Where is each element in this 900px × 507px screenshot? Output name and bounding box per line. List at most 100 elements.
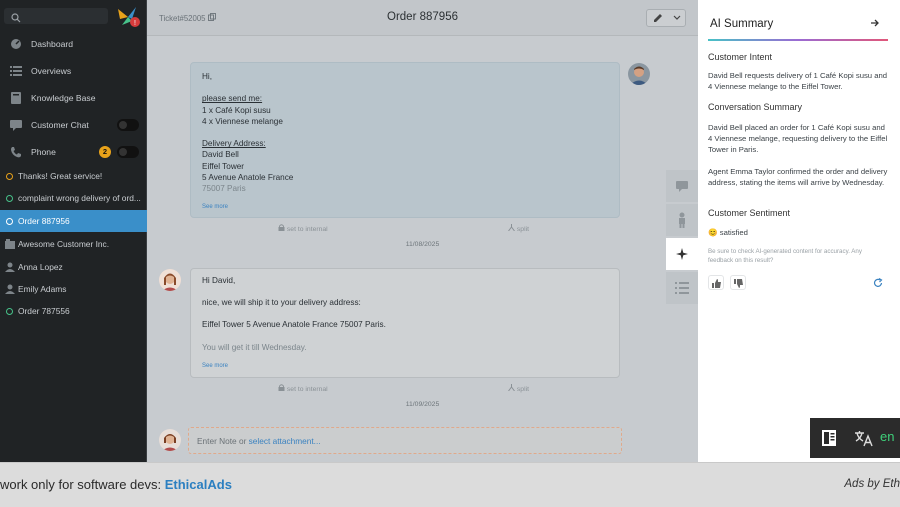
user-label: Emily Adams (18, 284, 67, 294)
ad-bar: work only for software devs: EthicalAds … (0, 462, 900, 507)
note-input[interactable]: Enter Note or select attachment... (188, 427, 622, 454)
organization-icon (5, 239, 15, 249)
sidebar-item-label: Knowledge Base (31, 93, 96, 103)
ticket-label: Order 787556 (18, 306, 70, 316)
note-placeholder-text: Enter Note or (197, 436, 249, 446)
svg-text:!: ! (134, 20, 136, 27)
list-icon (10, 65, 22, 77)
intent-heading: Customer Intent (708, 52, 773, 62)
sidebar-item-label: Customer Chat (31, 120, 89, 130)
organization-item[interactable]: Awesome Customer Inc. (0, 233, 147, 255)
message-line: You will get it till Wednesday. (202, 342, 307, 352)
dashboard-icon (10, 38, 22, 50)
ticket-item-active[interactable]: Order 887956 (0, 210, 147, 232)
user-item[interactable]: Anna Lopez (0, 256, 147, 278)
pencil-icon (654, 14, 662, 22)
ticket-info-tab[interactable] (666, 170, 698, 202)
set-internal-label: set to internal (286, 226, 328, 233)
pending-status-icon (6, 173, 13, 180)
customer-tab[interactable] (666, 204, 698, 236)
sidebar-item-knowledge-base[interactable]: Knowledge Base (0, 86, 147, 110)
organization-label: Awesome Customer Inc. (18, 239, 110, 249)
thumbs-up-button[interactable] (708, 275, 724, 290)
ad-copy: work only for software devs: (0, 477, 165, 492)
split-action[interactable]: split (508, 384, 529, 393)
page-title: Order 887956 (387, 11, 458, 23)
ad-text: work only for software devs: EthicalAds (0, 477, 232, 492)
split-label: split (516, 226, 529, 233)
ticket-edit-button[interactable] (646, 9, 686, 27)
translate-icon (855, 431, 873, 447)
book-icon (10, 92, 22, 104)
chat-toggle[interactable] (117, 119, 139, 131)
ad-link[interactable]: EthicalAds (165, 477, 232, 492)
collapse-arrow-icon[interactable] (870, 18, 880, 31)
sparkle-icon (676, 248, 688, 260)
regenerate-button[interactable] (870, 275, 886, 290)
chat-icon (676, 181, 688, 192)
see-more-link[interactable]: See more (202, 202, 228, 213)
app-logo-icon[interactable]: ! (116, 5, 142, 29)
set-internal-action[interactable]: set to internal (278, 224, 328, 233)
sidebar-item-label: Overviews (31, 66, 72, 76)
ticket-label: Order 887956 (18, 216, 70, 226)
open-status-icon (6, 195, 13, 202)
user-icon (5, 262, 15, 272)
open-status-icon (6, 218, 13, 225)
phone-toggle[interactable] (117, 146, 139, 158)
summary-heading: Conversation Summary (708, 102, 803, 112)
search-input[interactable] (4, 8, 108, 24)
search-icon (11, 10, 21, 28)
sentiment-label: satisfied (719, 228, 748, 237)
thumbs-down-button[interactable] (730, 275, 746, 290)
split-icon (508, 384, 515, 392)
avatar[interactable] (159, 269, 181, 291)
summary-text: Agent Emma Taylor confirmed the order an… (708, 167, 888, 188)
panel-title: AI Summary (710, 18, 774, 30)
open-status-icon (6, 308, 13, 315)
message-line: Eiffel Tower (202, 161, 245, 171)
smile-icon: 😊 (708, 228, 718, 237)
message-line: please send me: (202, 94, 263, 104)
message-line: David Bell (202, 150, 239, 160)
translate-widget[interactable]: en (810, 418, 900, 458)
split-action[interactable]: split (508, 224, 529, 233)
select-attachment-link[interactable]: select attachment... (249, 436, 321, 446)
ticket-header: Ticket#52005 Order 887956 (147, 0, 698, 36)
checklist-tab[interactable] (666, 272, 698, 304)
message-line: 1 x Café Kopi susu (202, 105, 271, 115)
language-code: en (880, 429, 895, 444)
intent-text: David Bell requests delivery of 1 Café K… (708, 71, 888, 92)
ticket-item[interactable]: complaint wrong delivery of ord... (0, 187, 147, 209)
sidebar-item-customer-chat[interactable]: Customer Chat (0, 113, 147, 137)
user-item[interactable]: Emily Adams (0, 278, 147, 300)
sidebar: ! Dashboard Overviews Knowledge Base Cus… (0, 0, 147, 462)
split-icon (508, 224, 515, 232)
sidebar-toolbar (666, 170, 698, 304)
reader-icon (822, 430, 836, 446)
sidebar-item-phone[interactable]: Phone 2 (0, 140, 147, 164)
message-line: 75007 Paris (202, 184, 246, 194)
lock-icon (278, 384, 285, 391)
ticket-label: complaint wrong delivery of ord... (18, 193, 141, 203)
see-more-link[interactable]: See more (202, 361, 228, 372)
phone-count-badge: 2 (99, 146, 111, 158)
user-icon (5, 284, 15, 294)
thumbs-down-icon (734, 279, 743, 288)
ticket-item[interactable]: Order 787556 (0, 300, 147, 322)
sentiment-heading: Customer Sentiment (708, 208, 791, 218)
avatar[interactable] (628, 63, 650, 85)
message-date: 11/08/2025 (405, 241, 440, 248)
sidebar-item-dashboard[interactable]: Dashboard (0, 32, 147, 56)
ai-summary-tab[interactable] (666, 238, 698, 270)
ads-by-label[interactable]: Ads by Eth (844, 478, 900, 490)
ticket-item[interactable]: Thanks! Great service! (0, 165, 147, 187)
set-internal-action[interactable]: set to internal (278, 384, 328, 393)
message-line: 4 x Viennese melange (202, 116, 283, 126)
message-line: nice, we will ship it to your delivery a… (202, 298, 361, 308)
lock-icon (278, 224, 285, 231)
summary-text: David Bell placed an order for 1 Café Ko… (708, 123, 888, 155)
split-label: split (516, 386, 529, 393)
set-internal-label: set to internal (286, 386, 328, 393)
sidebar-item-overviews[interactable]: Overviews (0, 59, 147, 83)
